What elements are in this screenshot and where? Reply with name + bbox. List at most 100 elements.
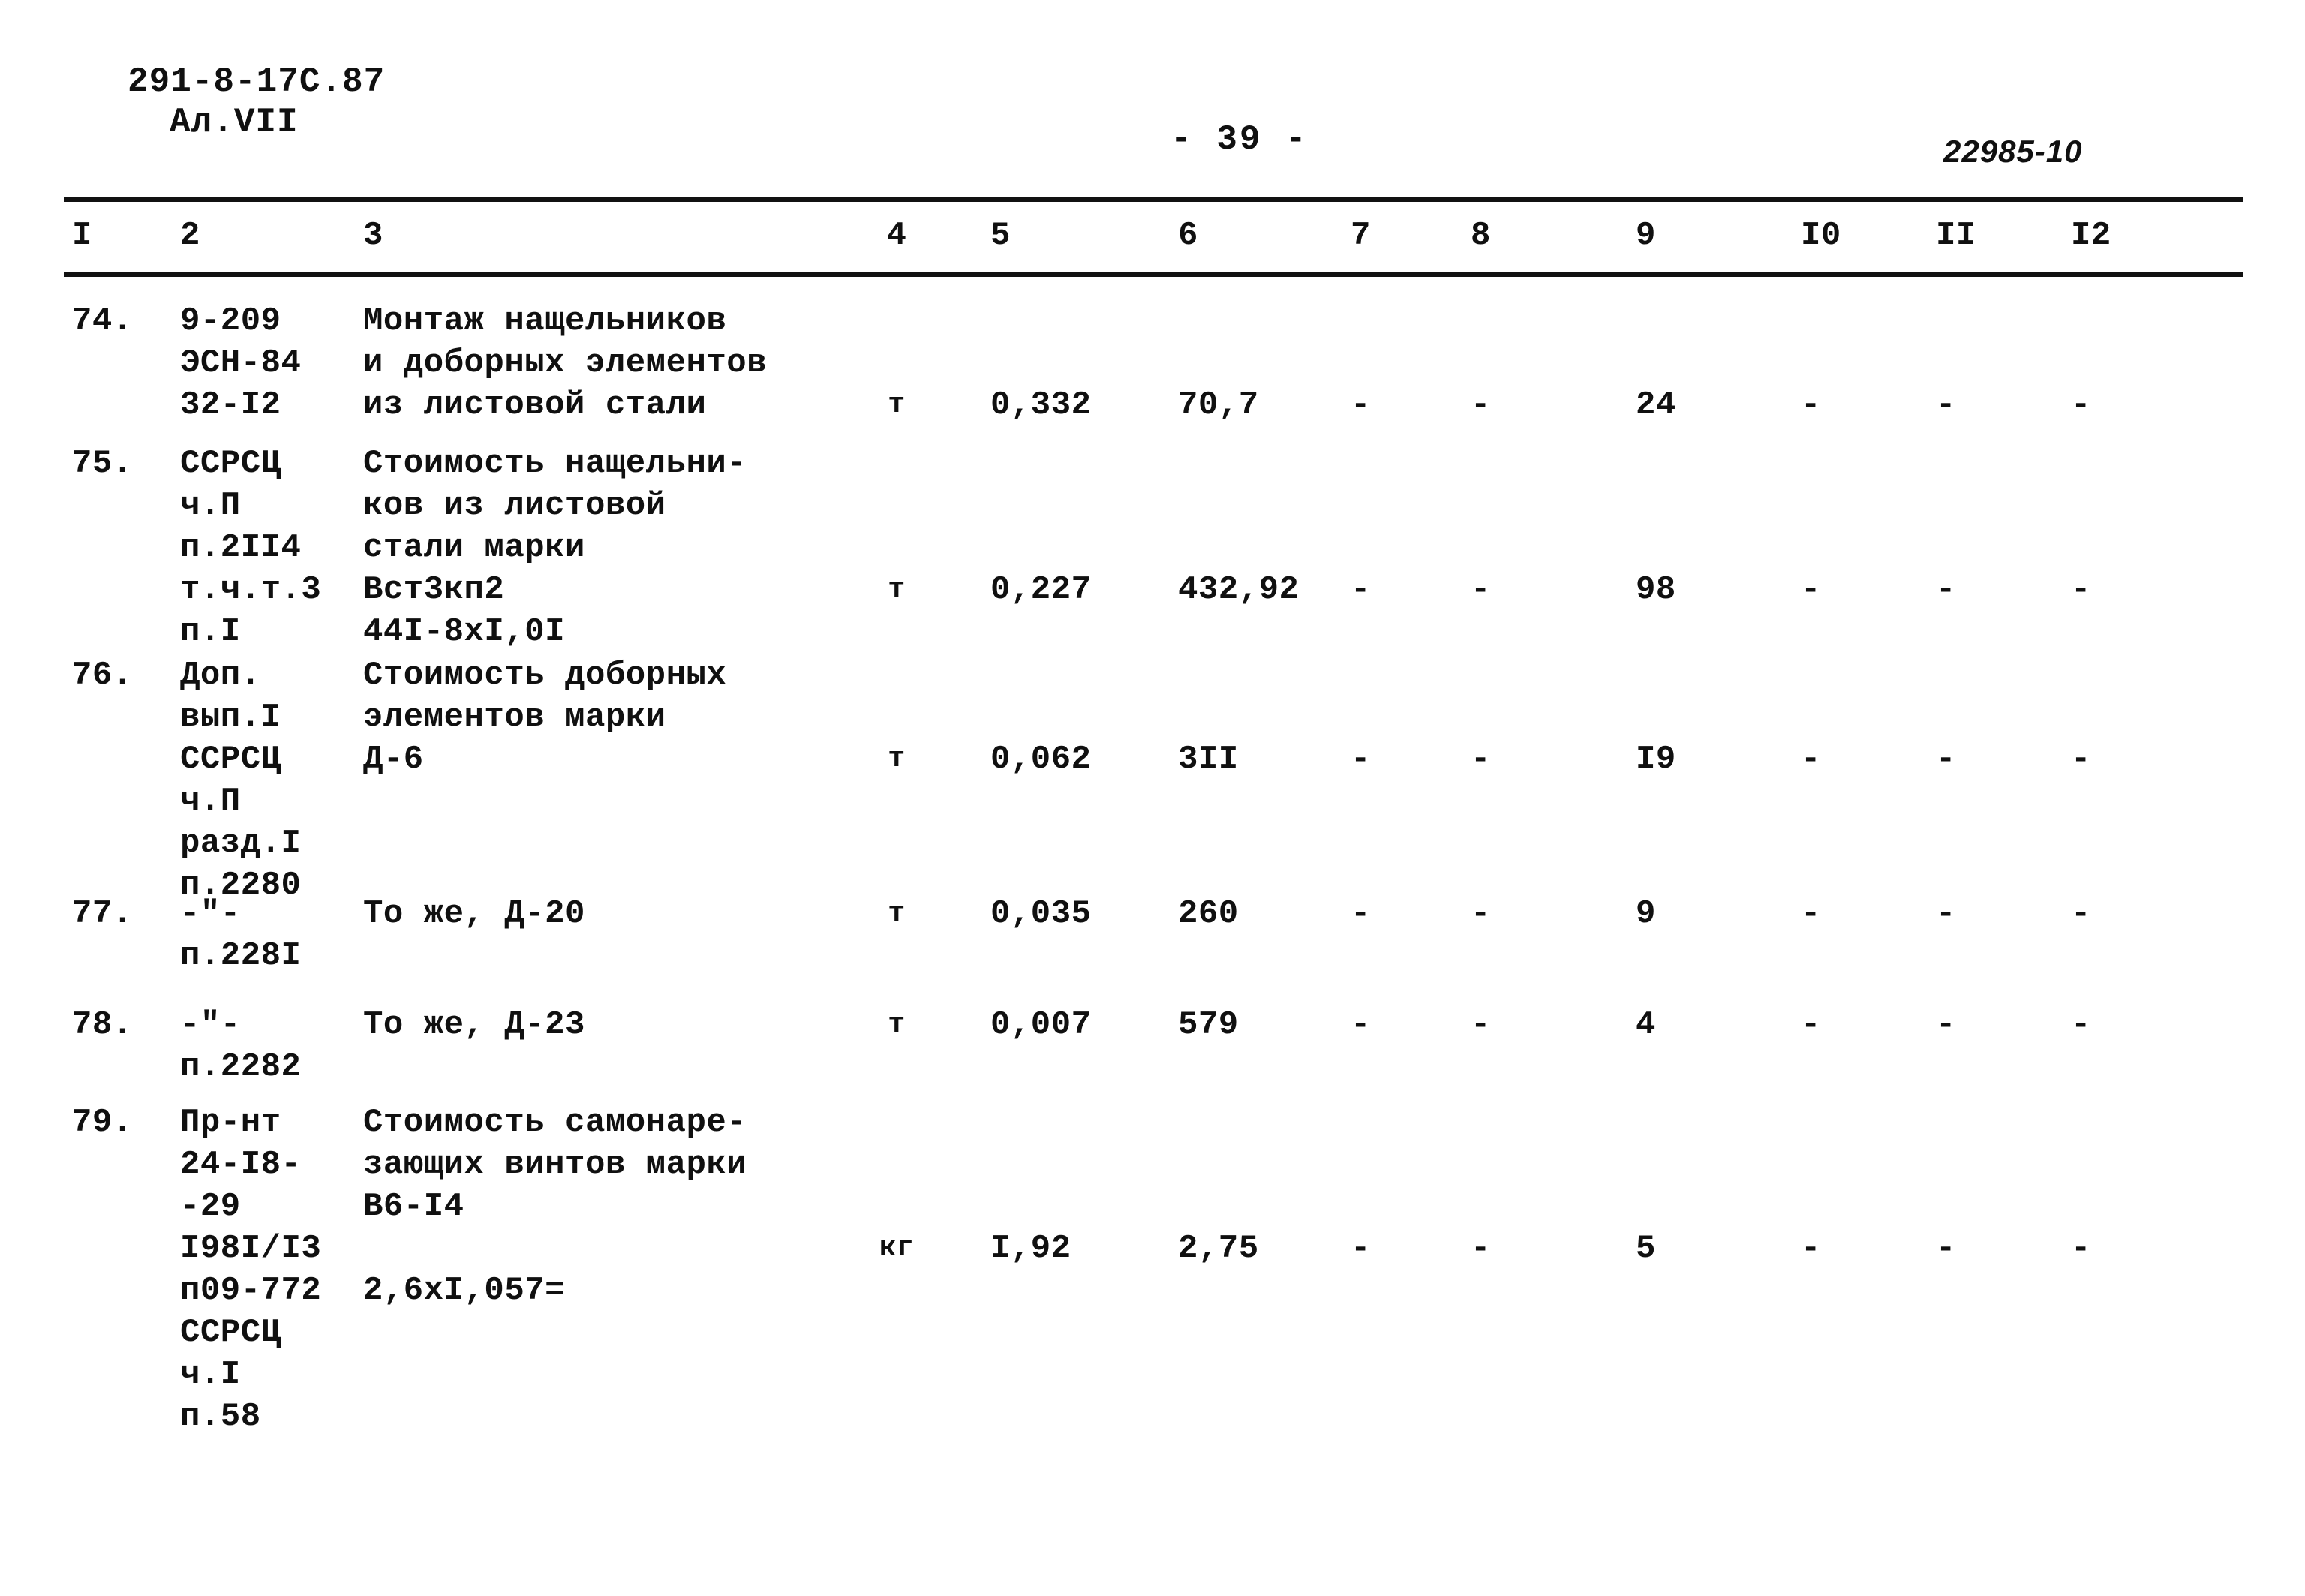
row-code-reference: Доп. вып.I ССРСЦ ч.П разд.I п.2280 — [180, 654, 301, 906]
row-value-col11: - — [1936, 571, 1956, 609]
row-value-col5: 0,007 — [990, 1006, 1092, 1044]
description-line: 44I-8хI,0I — [363, 613, 566, 651]
row-value-col12: - — [2071, 895, 2091, 933]
row-value-col8: - — [1471, 386, 1491, 424]
column-header-2: 2 — [180, 217, 200, 254]
row-value-col7: - — [1351, 386, 1371, 424]
column-header-4: 4 — [886, 217, 907, 254]
row-number: 79. — [72, 1104, 133, 1141]
code-line: Доп. — [180, 657, 261, 694]
description-line: зающих винтов марки — [363, 1146, 747, 1183]
description-line: Стоимость нащельни- — [363, 445, 747, 482]
description-line: из листовой стали — [363, 386, 707, 424]
code-line: разд.I — [180, 825, 302, 862]
code-line: п.2282 — [180, 1048, 302, 1086]
row-description: Монтаж нащельников и доборных элементов из… — [363, 300, 767, 426]
album-label: Ал.VII — [170, 103, 299, 143]
row-value-col6: 432,92 — [1178, 571, 1300, 609]
row-code-reference: -"- п.228I — [180, 893, 301, 977]
row-value-col9: I9 — [1636, 741, 1676, 778]
row-number: 76. — [72, 657, 133, 694]
row-value-col11: - — [1936, 1006, 1956, 1044]
code-line: I98I/I3 — [180, 1230, 322, 1267]
code-line: -"- — [180, 895, 241, 933]
row-description: Стоимость доборных элементов марки Д-6 — [363, 654, 726, 780]
row-value-col11: - — [1936, 1230, 1956, 1267]
row-value-col11: - — [1936, 895, 1956, 933]
row-value-col7: - — [1351, 1006, 1371, 1044]
column-header-10: I0 — [1801, 217, 1841, 254]
column-header-11: II — [1936, 217, 1976, 254]
document-code: 291-8-17С.87 — [128, 62, 386, 101]
row-unit: т — [888, 897, 906, 930]
description-line: То же, Д-23 — [363, 1006, 585, 1044]
code-line: ч.П — [180, 783, 241, 820]
row-value-col11: - — [1936, 386, 1956, 424]
code-line: п.58 — [180, 1398, 261, 1435]
row-value-col8: - — [1471, 1230, 1491, 1267]
code-line: вып.I — [180, 699, 281, 736]
row-value-col6: 3II — [1178, 741, 1239, 778]
page-number: - 39 - — [1171, 120, 1309, 159]
row-code-reference: Пр-нт 24-I8- -29 I98I/I3 п09-772 ССРСЦ ч.I п.58 — [180, 1102, 321, 1438]
row-value-col5: I,92 — [990, 1230, 1071, 1267]
row-value-col6: 2,75 — [1178, 1230, 1259, 1267]
column-header-7: 7 — [1351, 217, 1371, 254]
archive-stamp: 22985-10 — [1943, 134, 2083, 169]
description-line: То же, Д-20 — [363, 895, 585, 933]
row-value-col7: - — [1351, 1230, 1371, 1267]
row-value-col9: 24 — [1636, 386, 1676, 424]
row-value-col9: 98 — [1636, 571, 1676, 609]
row-number: 78. — [72, 1006, 133, 1044]
description-line: Вст3кп2 — [363, 571, 505, 609]
row-description: Стоимость нащельни-ков из листовой стали … — [363, 443, 747, 653]
code-line: -"- — [180, 1006, 241, 1044]
row-value-col7: - — [1351, 571, 1371, 609]
row-value-col12: - — [2071, 1006, 2091, 1044]
description-line: и доборных элементов — [363, 344, 768, 382]
row-value-col10: - — [1801, 571, 1821, 609]
row-code-reference: -"- п.2282 — [180, 1004, 301, 1088]
description-line: Д-6 — [363, 741, 424, 778]
document-header: 291-8-17С.87 Ал.VII — [128, 62, 385, 143]
code-line: т.ч.т.3 — [180, 571, 322, 609]
code-line: ССРСЦ — [180, 741, 281, 778]
column-header-12: I2 — [2071, 217, 2111, 254]
row-value-col8: - — [1471, 741, 1491, 778]
row-number: 74. — [72, 302, 133, 340]
row-value-col8: - — [1471, 895, 1491, 933]
code-line: ЭСН-84 — [180, 344, 302, 382]
row-value-col10: - — [1801, 895, 1821, 933]
description-spacer — [363, 1228, 747, 1270]
table-rule-top — [64, 197, 2243, 202]
row-number: 75. — [72, 445, 133, 482]
row-value-col10: - — [1801, 386, 1821, 424]
row-value-col9: 4 — [1636, 1006, 1656, 1044]
row-value-col7: - — [1351, 895, 1371, 933]
description-line: ков из листовой — [363, 487, 666, 524]
row-value-col5: 0,035 — [990, 895, 1092, 933]
row-value-col12: - — [2071, 1230, 2091, 1267]
row-value-col12: - — [2071, 386, 2091, 424]
code-line: 32-I2 — [180, 386, 281, 424]
code-line: ССРСЦ — [180, 445, 281, 482]
code-line: 9-209 — [180, 302, 281, 340]
row-value-col10: - — [1801, 1006, 1821, 1044]
row-unit: т — [888, 573, 906, 606]
row-value-col6: 260 — [1178, 895, 1239, 933]
code-line: 24-I8- — [180, 1146, 302, 1183]
description-line: 2,6хI,057= — [363, 1272, 566, 1309]
row-value-col8: - — [1471, 571, 1491, 609]
row-value-col6: 579 — [1178, 1006, 1239, 1044]
code-line: п.2II4 — [180, 529, 302, 567]
row-code-reference: ССРСЦ ч.П п.2II4 т.ч.т.3 п.I — [180, 443, 321, 653]
code-line: ч.I — [180, 1356, 241, 1393]
row-value-col6: 70,7 — [1178, 386, 1259, 424]
description-line: Стоимость доборных — [363, 657, 727, 694]
row-value-col5: 0,062 — [990, 741, 1092, 778]
row-value-col11: - — [1936, 741, 1956, 778]
code-line: п.228I — [180, 937, 302, 975]
code-line: п.I — [180, 613, 241, 651]
description-line: Стоимость самонаре- — [363, 1104, 747, 1141]
row-value-col12: - — [2071, 571, 2091, 609]
